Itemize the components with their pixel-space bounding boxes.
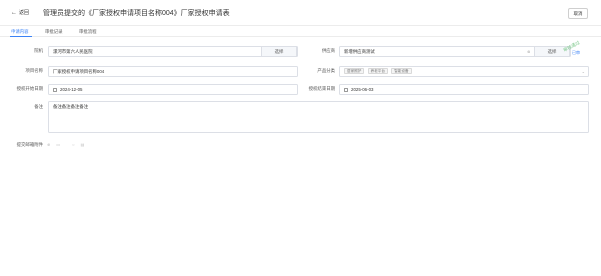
hospital-field[interactable]: 漯河市第六人民医院 选择 (48, 46, 298, 57)
tab-bar: 申请内容 审批记录 审批流程 (0, 26, 601, 37)
auth-end-date-input[interactable]: 2025-06-03 (339, 84, 589, 95)
supplier-value: 新增供应商测试 (344, 49, 375, 54)
product-category-label: 产品分类 (317, 68, 335, 73)
active-tab-indicator (10, 35, 32, 37)
page: ← 返回 管理员提交的《厂家授权申请项目名称004》厂家授权申请表 取消 申请内… (0, 0, 601, 276)
back-button[interactable]: ← 返回 (11, 9, 30, 17)
calendar-icon (344, 87, 348, 92)
hospital-select-button[interactable]: 选择 (261, 46, 297, 57)
clear-icon[interactable]: ⊗ (527, 49, 530, 54)
search-icon[interactable]: ○ (72, 142, 74, 147)
attachment-label: 提交邮箱附件 (16, 142, 43, 147)
project-name-value: 厂家授权申请项目名称004 (53, 69, 105, 74)
auth-end-label: 授权结束日期 (308, 86, 335, 91)
remark-value: 备注备注备注备注 (53, 104, 89, 109)
page-header: ← 返回 管理员提交的《厂家授权申请项目名称004》厂家授权申请表 取消 (0, 0, 601, 26)
hospital-value: 漯河市第六人民医院 (53, 49, 93, 54)
delete-icon[interactable]: ▤ (81, 142, 85, 147)
product-category-select[interactable]: 居家照护 养老平台 智能设备 ⌄ (339, 66, 589, 77)
attachment-controls: ⊕ ▭ ○ ▤ (47, 142, 84, 147)
remark-textarea[interactable]: 备注备注备注备注 (48, 101, 589, 133)
file-icon[interactable]: ▭ (56, 142, 60, 147)
tab-approval-records[interactable]: 审批记录 (45, 29, 63, 35)
project-name-label: 项目名称 (25, 68, 43, 73)
auth-start-value: 2024-12-05 (60, 87, 83, 92)
auth-end-value: 2025-06-03 (351, 87, 374, 92)
add-icon[interactable]: ⊕ (47, 142, 50, 147)
chevron-down-icon: ⌄ (581, 69, 585, 74)
page-title: 管理员提交的《厂家授权申请项目名称004》厂家授权申请表 (43, 9, 230, 17)
auth-start-date-input[interactable]: 2024-12-05 (48, 84, 298, 95)
tab-application-content[interactable]: 申请内容 (11, 29, 29, 35)
cancel-button[interactable]: 取消 (568, 8, 588, 19)
hospital-label: 院机 (34, 48, 43, 53)
back-label: 返回 (19, 10, 30, 16)
approval-stamp: 审核通过 (562, 39, 581, 53)
category-tag[interactable]: 养老平台 (367, 67, 388, 74)
project-name-input[interactable]: 厂家授权申请项目名称004 (48, 66, 298, 77)
category-tag[interactable]: 居家照护 (344, 67, 365, 74)
supplier-label: 供应商 (321, 48, 335, 53)
auth-start-label: 授权开始日期 (16, 86, 43, 91)
category-tag[interactable]: 智能设备 (391, 67, 412, 74)
tab-approval-flow[interactable]: 审批流程 (79, 29, 97, 35)
remark-label: 备注 (34, 104, 43, 109)
arrow-left-icon: ← (11, 9, 17, 16)
calendar-icon (53, 87, 57, 92)
supplier-field[interactable]: 新增供应商测试 选择 (339, 46, 571, 57)
